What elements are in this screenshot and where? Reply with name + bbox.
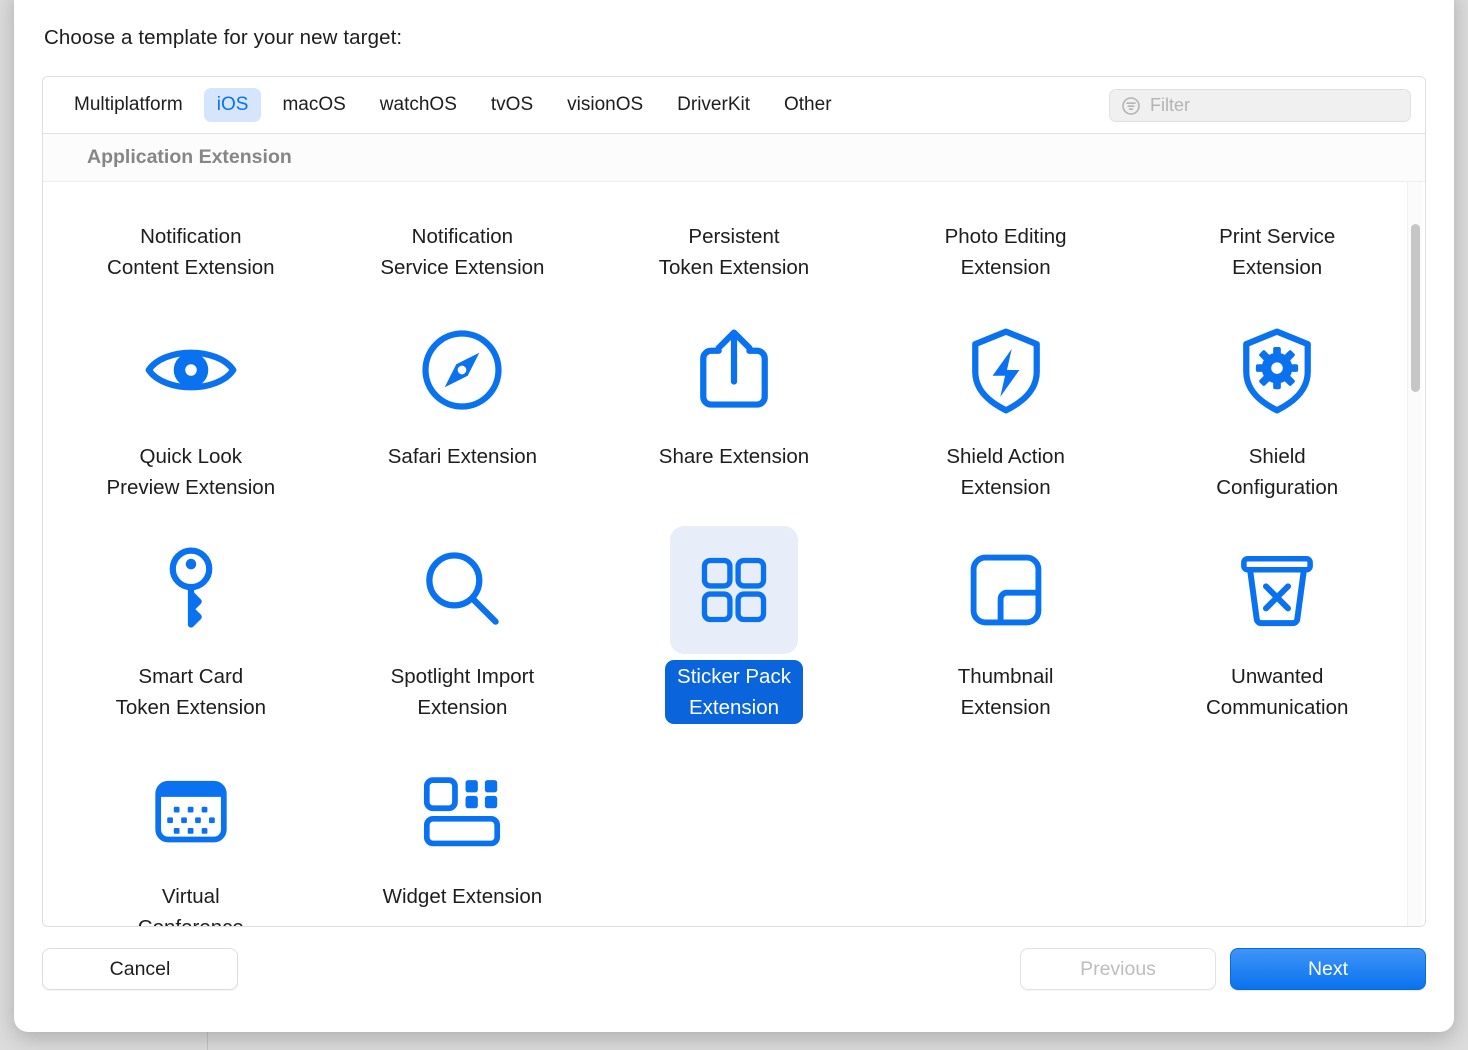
- filter-input[interactable]: Filter: [1109, 89, 1411, 122]
- share-icon: [670, 306, 798, 434]
- tab-driverkit[interactable]: DriverKit: [664, 88, 763, 122]
- template-label: Notification Service Extension: [380, 225, 545, 279]
- template-label: Notification Content Extension: [107, 225, 275, 279]
- trash-x-icon: [1213, 526, 1341, 654]
- tab-other[interactable]: Other: [771, 88, 845, 122]
- template-label: Spotlight Import Extension: [390, 665, 535, 719]
- filter-placeholder: Filter: [1150, 95, 1190, 115]
- tab-visionos[interactable]: visionOS: [554, 88, 656, 122]
- template-label: [1265, 880, 1289, 882]
- template-label: Sticker Pack Extension: [665, 660, 803, 724]
- template-item-print-service-extension[interactable]: Print Service Extension: [1141, 182, 1413, 290]
- template-label: Persistent Token Extension: [658, 225, 810, 279]
- shield-gear-icon: [1213, 306, 1341, 434]
- template-item-persistent-token-extension[interactable]: Persistent Token Extension: [598, 182, 870, 290]
- scrollbar-thumb[interactable]: [1411, 224, 1420, 392]
- tab-macos[interactable]: macOS: [269, 88, 358, 122]
- key-icon: [127, 526, 255, 654]
- template-item-unwanted-communication[interactable]: Unwanted Communication: [1141, 510, 1413, 730]
- template-item-virtual-conference[interactable]: Virtual Conference: [55, 730, 327, 926]
- template-item-shield-configuration[interactable]: Shield Configuration: [1141, 290, 1413, 510]
- tab-tvos[interactable]: tvOS: [478, 88, 546, 122]
- template-label: Widget Extension: [382, 885, 543, 908]
- template-label: Photo Editing Extension: [944, 225, 1067, 279]
- thumbnail-icon: [942, 526, 1070, 654]
- tab-watchos[interactable]: watchOS: [367, 88, 470, 122]
- widget-icon: [398, 746, 526, 874]
- calendar-icon: [127, 746, 255, 874]
- template-grid-scroll-area[interactable]: Notification Content Extension Notificati…: [43, 182, 1425, 926]
- section-header-application-extension: Application Extension: [43, 134, 1425, 182]
- template-item-empty: [1141, 730, 1413, 926]
- cancel-button[interactable]: Cancel: [42, 948, 238, 990]
- next-button[interactable]: Next: [1230, 948, 1426, 990]
- template-item-photo-editing-extension[interactable]: Photo Editing Extension: [870, 182, 1142, 290]
- vertical-scrollbar[interactable]: [1407, 182, 1422, 926]
- template-item-notification-service-extension[interactable]: Notification Service Extension: [327, 182, 599, 290]
- template-label: Print Service Extension: [1219, 225, 1336, 279]
- template-grid: Notification Content Extension Notificati…: [43, 182, 1425, 926]
- template-label: Shield Configuration: [1216, 445, 1339, 499]
- eye-icon: [127, 306, 255, 434]
- template-item-safari-extension[interactable]: Safari Extension: [327, 290, 599, 510]
- template-label: Shield Action Extension: [946, 445, 1065, 499]
- template-browser: Multiplatform iOS macOS watchOS tvOS visionOS…: [42, 76, 1426, 927]
- template-label: [994, 880, 1018, 882]
- template-item-notification-content-extension[interactable]: Notification Content Extension: [55, 182, 327, 290]
- template-item-quick-look-preview-extension[interactable]: Quick Look Preview Extension: [55, 290, 327, 510]
- template-item-share-extension[interactable]: Share Extension: [598, 290, 870, 510]
- choose-template-dialog: Choose a template for your new target: M…: [14, 0, 1454, 1032]
- template-item-smart-card-token-extension[interactable]: Smart Card Token Extension: [55, 510, 327, 730]
- tab-ios[interactable]: iOS: [203, 88, 262, 122]
- filter-icon: [1121, 96, 1141, 116]
- template-item-empty: [870, 730, 1142, 926]
- template-item-sticker-pack-extension[interactable]: Sticker Pack Extension: [598, 510, 870, 730]
- grid-squares-icon: [669, 526, 798, 654]
- template-label: Safari Extension: [387, 445, 538, 468]
- template-label: Virtual Conference: [138, 885, 244, 926]
- backdrop-divider: [207, 1031, 208, 1050]
- previous-button[interactable]: Previous: [1020, 948, 1216, 990]
- platform-tabs: Multiplatform iOS macOS watchOS tvOS visionOS…: [61, 88, 853, 122]
- template-label: Thumbnail Extension: [957, 665, 1054, 719]
- shield-bolt-icon: [942, 306, 1070, 434]
- template-label: Smart Card Token Extension: [115, 665, 267, 719]
- magnifier-icon: [398, 526, 526, 654]
- template-item-widget-extension[interactable]: Widget Extension: [327, 730, 599, 926]
- template-item-spotlight-import-extension[interactable]: Spotlight Import Extension: [327, 510, 599, 730]
- template-label: [722, 880, 746, 882]
- template-label: Unwanted Communication: [1205, 665, 1349, 719]
- tab-multiplatform[interactable]: Multiplatform: [61, 88, 196, 122]
- template-item-thumbnail-extension[interactable]: Thumbnail Extension: [870, 510, 1142, 730]
- compass-icon: [398, 306, 526, 434]
- template-label: Quick Look Preview Extension: [106, 445, 276, 499]
- page-title: Choose a template for your new target:: [44, 26, 403, 49]
- template-label: Share Extension: [658, 445, 810, 468]
- dialog-footer: Cancel Previous Next: [42, 948, 1426, 990]
- template-item-shield-action-extension[interactable]: Shield Action Extension: [870, 290, 1142, 510]
- platform-tab-bar: Multiplatform iOS macOS watchOS tvOS visionOS…: [43, 77, 1425, 134]
- template-item-empty: [598, 730, 870, 926]
